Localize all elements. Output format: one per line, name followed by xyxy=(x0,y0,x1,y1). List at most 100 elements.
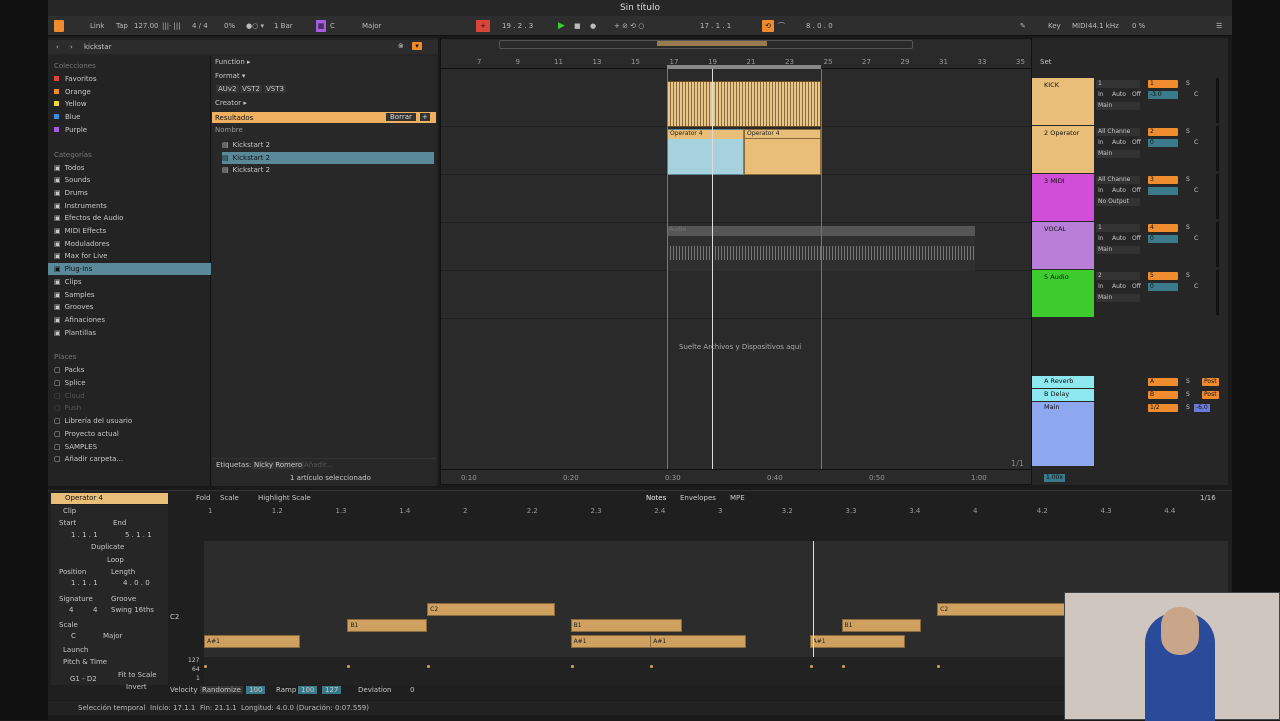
format-tag-auv2[interactable]: AUv2 xyxy=(216,85,239,93)
track-number[interactable]: 3 xyxy=(1148,176,1178,184)
clip-name[interactable]: Operator 4 xyxy=(65,494,103,502)
category-item[interactable]: ▣ Max for Live xyxy=(48,250,211,262)
search-input[interactable]: kickstar xyxy=(84,43,111,51)
place-item[interactable]: ▢ Añadir carpeta... xyxy=(54,453,123,465)
in-button[interactable]: In xyxy=(1096,235,1106,243)
category-item[interactable]: ▣ Efectos de Audio xyxy=(48,212,211,224)
track-lane-audio[interactable] xyxy=(441,271,1031,319)
post-button[interactable]: Post xyxy=(1202,391,1219,399)
track-number[interactable]: 2 xyxy=(1148,128,1178,136)
length-field[interactable]: 4 . 0 . 0 xyxy=(123,579,150,587)
category-item[interactable]: ▣ Grooves xyxy=(48,301,211,313)
velocity-marker[interactable] xyxy=(841,665,845,668)
auto-button[interactable]: Auto xyxy=(1110,187,1128,195)
tag-chip[interactable]: Nicky Romero xyxy=(252,461,305,469)
place-item[interactable]: ▢ Push xyxy=(54,402,81,414)
midi-note[interactable]: A#1 xyxy=(204,635,300,648)
scale-name-select[interactable]: Major xyxy=(103,632,122,640)
loop-length-field[interactable]: 8 . 0 . 0 xyxy=(806,20,833,32)
time-signature-field[interactable]: 4 / 4 xyxy=(192,20,208,32)
track-header-3[interactable]: 3 MIDI xyxy=(1032,174,1094,221)
back-arrow-icon[interactable]: ‹ xyxy=(56,43,59,51)
scale-root-select[interactable]: C xyxy=(71,632,76,640)
track-header-4[interactable]: VOCAL xyxy=(1032,222,1094,269)
format-tag-vst3[interactable]: VST3 xyxy=(264,85,286,93)
auto-button[interactable]: Auto xyxy=(1110,235,1128,243)
return-letter[interactable]: 1/2 xyxy=(1148,404,1178,412)
ramp-start-value[interactable]: 100 xyxy=(298,686,318,694)
return-header-1[interactable]: A Reverb xyxy=(1032,376,1094,388)
forward-arrow-icon[interactable]: › xyxy=(70,43,73,51)
master-volume-field[interactable]: -6.0 xyxy=(1194,404,1210,412)
play-button[interactable]: ▶ xyxy=(558,20,565,32)
song-position-field[interactable]: 19 . 2 . 3 xyxy=(502,20,533,32)
punch-icon[interactable]: ⌒ xyxy=(778,20,785,32)
category-item[interactable]: ▣ Plantillas xyxy=(48,327,211,339)
record-button[interactable]: ● xyxy=(590,20,596,32)
midi-note[interactable]: B1 xyxy=(841,619,922,632)
midi-map-button[interactable]: MIDI xyxy=(1072,20,1088,32)
track-number[interactable]: 5 xyxy=(1148,272,1178,280)
category-item[interactable]: ▣ Sounds xyxy=(48,174,211,186)
drop-zone-hint[interactable]: Suelte Archivos y Dispositivos aquí xyxy=(679,343,801,351)
post-button[interactable]: Post xyxy=(1202,378,1219,386)
sig-denominator-field[interactable]: 4 xyxy=(93,606,97,614)
grid-setting[interactable]: 1/16 xyxy=(1200,494,1216,502)
tab-mpe[interactable]: MPE xyxy=(730,494,745,502)
operator-clip-1[interactable]: Operator 4 xyxy=(667,129,744,175)
input-select[interactable]: 1 xyxy=(1096,80,1140,88)
key-scale-select[interactable]: Major xyxy=(362,20,381,32)
track-header-2[interactable]: 2 Operator xyxy=(1032,126,1094,173)
note-editor-ruler[interactable]: 1 1.2 1.3 1.4 2 2.2 2.3 2.4 3 3.2 3.3 3.4 4 4.2 4.3 4.4 xyxy=(208,507,1228,517)
collection-yellow[interactable]: Yellow xyxy=(54,98,87,110)
return-header-3[interactable]: Main xyxy=(1032,402,1094,466)
auto-button[interactable]: Auto xyxy=(1110,91,1128,99)
quantize-menu[interactable]: 1 Bar xyxy=(274,20,293,32)
loop-toggle[interactable]: Loop xyxy=(107,556,124,564)
off-button[interactable]: Off xyxy=(1130,187,1143,195)
velocity-marker[interactable] xyxy=(809,665,813,668)
volume-field[interactable]: -3.0 xyxy=(1148,91,1178,99)
operator-clip-2[interactable]: Operator 4 xyxy=(744,129,821,175)
place-item[interactable]: ▢ Splice xyxy=(54,377,86,389)
midi-note[interactable]: C2 xyxy=(937,603,1065,616)
scale-icon[interactable]: ▦ xyxy=(316,20,326,32)
clip-name-bar[interactable]: Operator 4 xyxy=(51,493,168,504)
key-map-button[interactable]: Key xyxy=(1048,20,1061,32)
track-number[interactable]: 4 xyxy=(1148,224,1178,232)
solo-button[interactable]: S xyxy=(1184,404,1192,412)
tap-button[interactable]: Tap xyxy=(116,20,128,32)
velocity-marker[interactable] xyxy=(204,665,207,668)
output-select[interactable]: No Output xyxy=(1096,198,1140,206)
return-letter[interactable]: A xyxy=(1148,378,1178,386)
arrangement-record-button[interactable]: + xyxy=(476,20,490,32)
category-item[interactable]: ▣ Clips xyxy=(48,276,211,288)
solo-button[interactable]: S xyxy=(1184,272,1192,280)
ramp-end-value[interactable]: 127 xyxy=(322,686,342,694)
solo-button[interactable]: S xyxy=(1184,80,1192,88)
track-lane-midi[interactable] xyxy=(441,175,1031,223)
solo-button[interactable]: S xyxy=(1184,128,1192,136)
category-item[interactable]: ▣ Moduladores xyxy=(48,238,211,250)
midi-note[interactable]: A#1 xyxy=(650,635,746,648)
place-item[interactable]: ▢ Librería del usuario xyxy=(54,415,132,427)
in-button[interactable]: In xyxy=(1096,187,1106,195)
output-select[interactable]: Main xyxy=(1096,294,1140,302)
in-button[interactable]: In xyxy=(1096,91,1106,99)
randomize-value[interactable]: 100 xyxy=(246,686,266,694)
clear-results-button[interactable]: Borrar xyxy=(386,113,416,121)
input-select[interactable]: All Channe xyxy=(1096,176,1140,184)
in-button[interactable]: In xyxy=(1096,283,1106,291)
category-item[interactable]: ▣ Drums xyxy=(48,187,211,199)
in-button[interactable]: In xyxy=(1096,139,1106,147)
input-select[interactable]: 2 xyxy=(1096,272,1140,280)
end-field[interactable]: 5 . 1 . 1 xyxy=(125,531,152,539)
category-item[interactable]: ▣ Todos xyxy=(48,162,211,174)
loop-start-field[interactable]: 17 . 1 . 1 xyxy=(700,20,731,32)
place-item[interactable]: ▢ Proyecto actual xyxy=(54,428,119,440)
off-button[interactable]: Off xyxy=(1130,283,1143,291)
time-ruler[interactable]: 0:10 0:20 0:30 0:40 0:50 1:00 xyxy=(441,469,1031,485)
midi-note[interactable]: A#1 xyxy=(809,635,906,648)
deviation-value[interactable]: 0 xyxy=(410,686,414,694)
output-select[interactable]: Main xyxy=(1096,150,1140,158)
